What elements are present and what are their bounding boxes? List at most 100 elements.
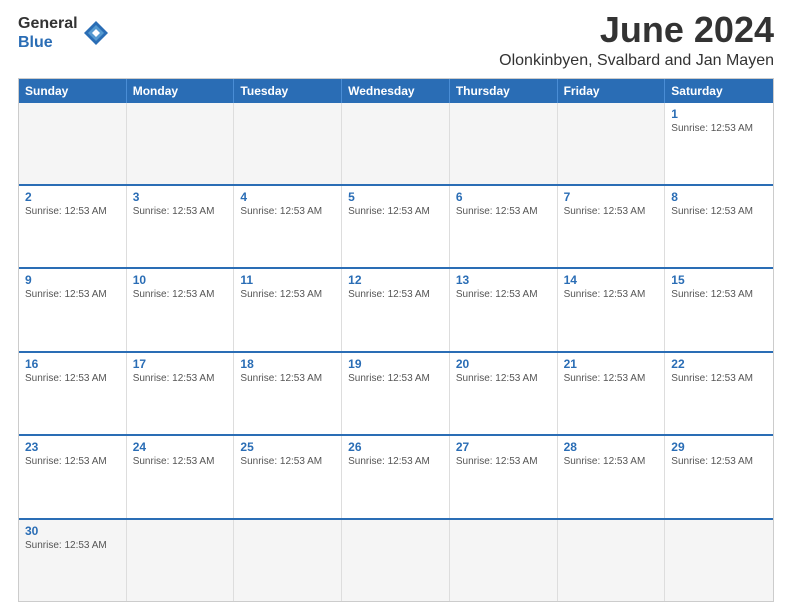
calendar-header-cell: Friday — [558, 79, 666, 103]
calendar-cell: 19 Sunrise: 12:53 AM — [342, 353, 450, 434]
calendar-cell: 10Sunrise: 12:53 AM — [127, 269, 235, 350]
cell-date: 11 — [240, 273, 335, 287]
calendar-header-cell: Saturday — [665, 79, 773, 103]
cell-date: 5 — [348, 190, 443, 204]
cell-date: 14 — [564, 273, 659, 287]
cell-date: 13 — [456, 273, 551, 287]
cell-sunrise: Sunrise: 12:53 AM — [671, 289, 767, 300]
calendar-cell: 24Sunrise: 12:53 AM — [127, 436, 235, 517]
cell-sunrise: Sunrise: 12:53 AM — [133, 206, 228, 217]
cell-date: 27 — [456, 440, 551, 454]
cell-sunrise: Sunrise: 12:53 AM — [133, 373, 228, 384]
calendar-cell — [558, 103, 666, 184]
title-location: Olonkinbyen, Svalbard and Jan Mayen — [499, 52, 774, 70]
title-month: June 2024 — [499, 10, 774, 50]
calendar-header-cell: Thursday — [450, 79, 558, 103]
cell-sunrise: Sunrise: 12:53 AM — [671, 456, 767, 467]
cell-sunrise: Sunrise: 12:53 AM — [348, 456, 443, 467]
cell-date: 1 — [671, 107, 767, 121]
cell-date: 22 — [671, 357, 767, 371]
calendar-header-cell: Sunday — [19, 79, 127, 103]
cell-sunrise: Sunrise: 12:53 AM — [348, 373, 443, 384]
cell-sunrise: Sunrise: 12:53 AM — [348, 289, 443, 300]
logo-icon — [82, 19, 110, 47]
calendar-cell: 6 Sunrise: 12:53 AM — [450, 186, 558, 267]
cell-sunrise: Sunrise: 12:53 AM — [240, 206, 335, 217]
calendar-cell: 3 Sunrise: 12:53 AM — [127, 186, 235, 267]
cell-date: 18 — [240, 357, 335, 371]
cell-date: 3 — [133, 190, 228, 204]
cell-date: 19 — [348, 357, 443, 371]
calendar-cell: 14 Sunrise: 12:53 AM — [558, 269, 666, 350]
cell-sunrise: Sunrise: 12:53 AM — [348, 206, 443, 217]
calendar-cell: 4Sunrise: 12:53 AM — [234, 186, 342, 267]
calendar-cell: 27 Sunrise: 12:53 AM — [450, 436, 558, 517]
cell-date: 6 — [456, 190, 551, 204]
cell-sunrise: Sunrise: 12:53 AM — [671, 206, 767, 217]
cell-sunrise: Sunrise: 12:53 AM — [564, 289, 659, 300]
calendar-week: 16 Sunrise: 12:53 AM 17 Sunrise: 12:53 AM 18… — [19, 351, 773, 434]
title-block: June 2024 Olonkinbyen, Svalbard and Jan … — [499, 10, 774, 70]
calendar-week: 1Sunrise: 12:53 AM — [19, 103, 773, 184]
cell-sunrise: Sunrise: 12:53 AM — [240, 373, 335, 384]
cell-date: 20 — [456, 357, 551, 371]
cell-sunrise: Sunrise: 12:53 AM — [671, 373, 767, 384]
calendar-week: 9Sunrise: 12:53 AM10Sunrise: 12:53 AM11S… — [19, 267, 773, 350]
cell-sunrise: Sunrise: 12:53 AM — [456, 206, 551, 217]
cell-sunrise: Sunrise: 12:53 AM — [240, 289, 335, 300]
cell-date: 29 — [671, 440, 767, 454]
calendar-cell: 8 Sunrise: 12:53 AM — [665, 186, 773, 267]
calendar-cell: 22 Sunrise: 12:53 AM — [665, 353, 773, 434]
cell-sunrise: Sunrise: 12:53 AM — [456, 373, 551, 384]
calendar-cell — [450, 520, 558, 601]
calendar-cell — [127, 520, 235, 601]
cell-sunrise: Sunrise: 12:53 AM — [25, 289, 120, 300]
calendar-cell — [19, 103, 127, 184]
calendar-cell — [234, 103, 342, 184]
cell-date: 8 — [671, 190, 767, 204]
cell-sunrise: Sunrise: 12:53 AM — [25, 206, 120, 217]
calendar-cell: 11 Sunrise: 12:53 AM — [234, 269, 342, 350]
cell-date: 16 — [25, 357, 120, 371]
cell-date: 9 — [25, 273, 120, 287]
header: General Blue June 2024 Olonkinbyen, Sval… — [18, 10, 774, 70]
calendar-cell: 29 Sunrise: 12:53 AM — [665, 436, 773, 517]
calendar-cell — [665, 520, 773, 601]
calendar-cell: 12 Sunrise: 12:53 AM — [342, 269, 450, 350]
calendar-header: SundayMondayTuesdayWednesdayThursdayFrid… — [19, 79, 773, 103]
cell-sunrise: Sunrise: 12:53 AM — [133, 456, 228, 467]
cell-sunrise: Sunrise: 12:53 AM — [564, 373, 659, 384]
calendar-cell: 30Sunrise: 12:53 AM — [19, 520, 127, 601]
page: General Blue June 2024 Olonkinbyen, Sval… — [0, 0, 792, 612]
calendar-cell — [127, 103, 235, 184]
calendar-cell: 15Sunrise: 12:53 AM — [665, 269, 773, 350]
calendar-cell: 16 Sunrise: 12:53 AM — [19, 353, 127, 434]
cell-date: 28 — [564, 440, 659, 454]
calendar-cell — [342, 103, 450, 184]
calendar-cell — [234, 520, 342, 601]
calendar-cell: 13 Sunrise: 12:53 AM — [450, 269, 558, 350]
calendar-cell — [558, 520, 666, 601]
calendar-week: 23Sunrise: 12:53 AM24Sunrise: 12:53 AM 25… — [19, 434, 773, 517]
cell-date: 17 — [133, 357, 228, 371]
calendar-cell: 23Sunrise: 12:53 AM — [19, 436, 127, 517]
calendar-week: 30Sunrise: 12:53 AM — [19, 518, 773, 601]
cell-sunrise: Sunrise: 12:53 AM — [456, 456, 551, 467]
cell-date: 2 — [25, 190, 120, 204]
cell-sunrise: Sunrise: 12:53 AM — [133, 289, 228, 300]
calendar-cell: 9 Sunrise: 12:53 AM — [19, 269, 127, 350]
logo-general: General — [18, 14, 78, 33]
logo: General Blue — [18, 14, 110, 52]
cell-date: 12 — [348, 273, 443, 287]
calendar-cell: 2 Sunrise: 12:53 AM — [19, 186, 127, 267]
cell-sunrise: Sunrise: 12:53 AM — [456, 289, 551, 300]
cell-date: 25 — [240, 440, 335, 454]
logo-blue: Blue — [18, 33, 78, 52]
cell-sunrise: Sunrise: 12:53 AM — [564, 206, 659, 217]
cell-sunrise: Sunrise: 12:53 AM — [240, 456, 335, 467]
calendar-cell: 26Sunrise: 12:53 AM — [342, 436, 450, 517]
cell-sunrise: Sunrise: 12:53 AM — [25, 373, 120, 384]
cell-sunrise: Sunrise: 12:53 AM — [25, 540, 120, 551]
cell-date: 7 — [564, 190, 659, 204]
calendar-header-cell: Wednesday — [342, 79, 450, 103]
